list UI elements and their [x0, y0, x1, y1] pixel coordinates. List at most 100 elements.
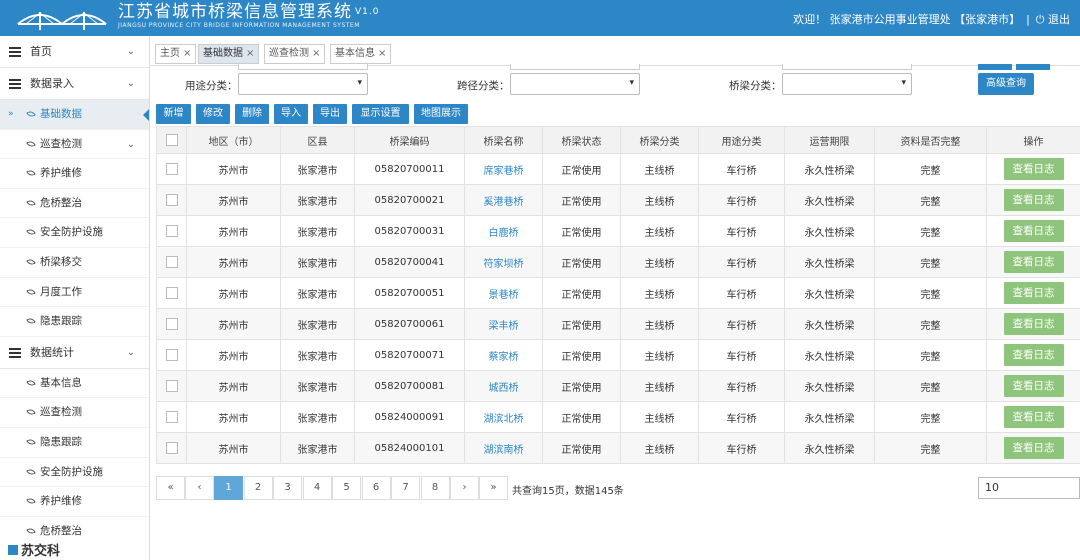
row-select-cell — [156, 308, 187, 340]
chevron-down-icon: ⌄ — [126, 138, 135, 150]
sidebar-item-stat-maintenance[interactable]: 养护维修 — [0, 487, 149, 517]
bridge-status-cell: 正常使用 — [542, 215, 621, 247]
close-icon[interactable]: × — [183, 48, 191, 59]
advanced-search-button[interactable]: 高级查询 — [978, 73, 1034, 95]
tab-home[interactable]: 主页 × — [155, 44, 197, 64]
data-complete-cell: 完整 — [874, 308, 987, 340]
partial-button[interactable] — [978, 64, 1012, 70]
row-select-cell — [156, 401, 187, 433]
sidebar-item-basic-data[interactable]: » 基础数据 — [0, 100, 149, 130]
bridge-name-cell[interactable]: 蔡家桥 — [464, 339, 543, 371]
prev-page-button[interactable]: ‹ — [185, 476, 214, 500]
close-icon[interactable]: × — [312, 48, 320, 59]
display-settings-button[interactable]: 显示设置 — [352, 104, 409, 124]
sidebar-item-stat-safety[interactable]: 安全防护设施 — [0, 458, 149, 488]
leaf-icon — [26, 316, 36, 326]
nav-home[interactable]: 首页 ⌄ — [0, 36, 149, 68]
sidebar-item-safety-facilities[interactable]: 安全防护设施 — [0, 218, 149, 248]
next-page-button[interactable]: › — [450, 476, 479, 500]
page-button[interactable]: 6 — [361, 476, 391, 500]
page-button[interactable]: 5 — [332, 476, 361, 500]
bridge-name-cell[interactable]: 湖滨北桥 — [464, 401, 543, 433]
view-log-button[interactable]: 查看日志 — [1003, 220, 1064, 242]
page-button[interactable]: 1 — [214, 476, 243, 500]
bridge-name-cell[interactable]: 白鹿桥 — [464, 215, 543, 247]
action-cell: 查看日志 — [986, 184, 1080, 216]
bridge-status-cell: 正常使用 — [542, 184, 621, 216]
first-page-button[interactable]: « — [156, 476, 185, 500]
row-checkbox[interactable] — [165, 380, 178, 392]
sidebar-item-inspection[interactable]: 巡查检测 ⌄ — [0, 130, 149, 160]
tab-basic-data[interactable]: 基础数据 × — [198, 44, 260, 64]
add-button[interactable]: 新增 — [156, 104, 191, 124]
sidebar-item-hazard-tracking[interactable]: 隐患跟踪 — [0, 307, 149, 337]
view-log-button[interactable]: 查看日志 — [1003, 282, 1064, 304]
bridge-name-cell[interactable]: 奚港巷桥 — [464, 184, 543, 216]
row-checkbox[interactable] — [165, 287, 178, 299]
row-checkbox[interactable] — [165, 256, 178, 268]
view-log-button[interactable]: 查看日志 — [1003, 313, 1064, 335]
view-log-button[interactable]: 查看日志 — [1003, 437, 1064, 459]
select-all-checkbox[interactable] — [165, 134, 178, 146]
bridge-category-select[interactable]: ▾ — [782, 73, 912, 95]
data-complete-cell: 完整 — [874, 215, 987, 247]
sidebar-item-monthly-work[interactable]: 月度工作 — [0, 278, 149, 308]
edit-button[interactable]: 修改 — [196, 104, 230, 124]
row-select-cell — [156, 184, 187, 216]
view-log-button[interactable]: 查看日志 — [1003, 158, 1064, 180]
close-icon[interactable]: × — [246, 48, 254, 59]
close-icon[interactable]: × — [378, 48, 386, 59]
delete-button[interactable]: 删除 — [235, 104, 269, 124]
data-complete-cell: 完整 — [874, 184, 987, 216]
view-log-button[interactable]: 查看日志 — [1003, 189, 1064, 211]
row-checkbox[interactable] — [165, 225, 178, 237]
bridge-name-cell[interactable]: 符家坝桥 — [464, 246, 543, 278]
row-checkbox[interactable] — [165, 194, 178, 206]
sidebar-item-stat-basic-info[interactable]: 基本信息 — [0, 369, 149, 399]
bridge-name-cell[interactable]: 席家巷桥 — [464, 153, 543, 185]
page-button[interactable]: 3 — [273, 476, 302, 500]
import-button[interactable]: 导入 — [274, 104, 308, 124]
user-info: 欢迎！ 张家港市公用事业管理处 【张家港市】 | ⏻ 退出 — [793, 11, 1070, 27]
nav-statistics[interactable]: 数据统计 ⌄ — [0, 337, 149, 369]
page-button[interactable]: 8 — [420, 476, 450, 500]
sidebar-item-dangerous-bridge[interactable]: 危桥整治 — [0, 189, 149, 219]
row-checkbox[interactable] — [165, 411, 178, 423]
last-page-button[interactable]: » — [479, 476, 508, 500]
operation-term-cell: 永久性桥梁 — [784, 246, 875, 278]
partial-input[interactable] — [238, 64, 368, 70]
table-row: 苏州市 张家港市 05824000101 湖滨南桥 正常使用 主线桥 车行桥 永久性桥梁 完整查… — [156, 432, 1080, 464]
view-log-button[interactable]: 查看日志 — [1003, 251, 1064, 273]
page-button[interactable]: 4 — [302, 476, 332, 500]
tab-basic-info[interactable]: 基本信息 × — [330, 44, 392, 64]
page-size-select[interactable]: 10 — [978, 477, 1080, 499]
map-view-button[interactable]: 地图展示 — [414, 104, 468, 124]
bridge-name-cell[interactable]: 梁丰桥 — [464, 308, 543, 340]
partial-button[interactable] — [1016, 64, 1050, 70]
view-log-button[interactable]: 查看日志 — [1003, 406, 1064, 428]
row-checkbox[interactable] — [165, 163, 178, 175]
logout-button[interactable]: ⏻ 退出 — [1036, 13, 1070, 26]
page-button[interactable]: 2 — [243, 476, 273, 500]
view-log-button[interactable]: 查看日志 — [1003, 375, 1064, 397]
row-checkbox[interactable] — [165, 442, 178, 454]
sidebar-item-bridge-transfer[interactable]: 桥梁移交 — [0, 248, 149, 278]
sidebar-item-stat-hazard[interactable]: 隐患跟踪 — [0, 428, 149, 458]
sidebar-item-stat-inspection[interactable]: 巡查检测 — [0, 398, 149, 428]
partial-input[interactable] — [510, 64, 640, 70]
export-button[interactable]: 导出 — [313, 104, 347, 124]
bridge-name-cell[interactable]: 景巷桥 — [464, 277, 543, 309]
bridge-type-cell: 主线桥 — [620, 153, 699, 185]
span-category-select[interactable]: ▾ — [510, 73, 640, 95]
page-button[interactable]: 7 — [391, 476, 420, 500]
bridge-name-cell[interactable]: 城西桥 — [464, 370, 543, 402]
tab-inspection[interactable]: 巡查检测 × — [264, 44, 326, 64]
sidebar-item-maintenance[interactable]: 养护维修 — [0, 159, 149, 189]
bridge-name-cell[interactable]: 湖滨南桥 — [464, 432, 543, 464]
nav-data-entry[interactable]: 数据录入 ⌄ — [0, 68, 149, 100]
partial-input[interactable] — [782, 64, 912, 70]
row-checkbox[interactable] — [165, 349, 178, 361]
use-category-select[interactable]: ▾ — [238, 73, 368, 95]
row-checkbox[interactable] — [165, 318, 178, 330]
view-log-button[interactable]: 查看日志 — [1003, 344, 1064, 366]
